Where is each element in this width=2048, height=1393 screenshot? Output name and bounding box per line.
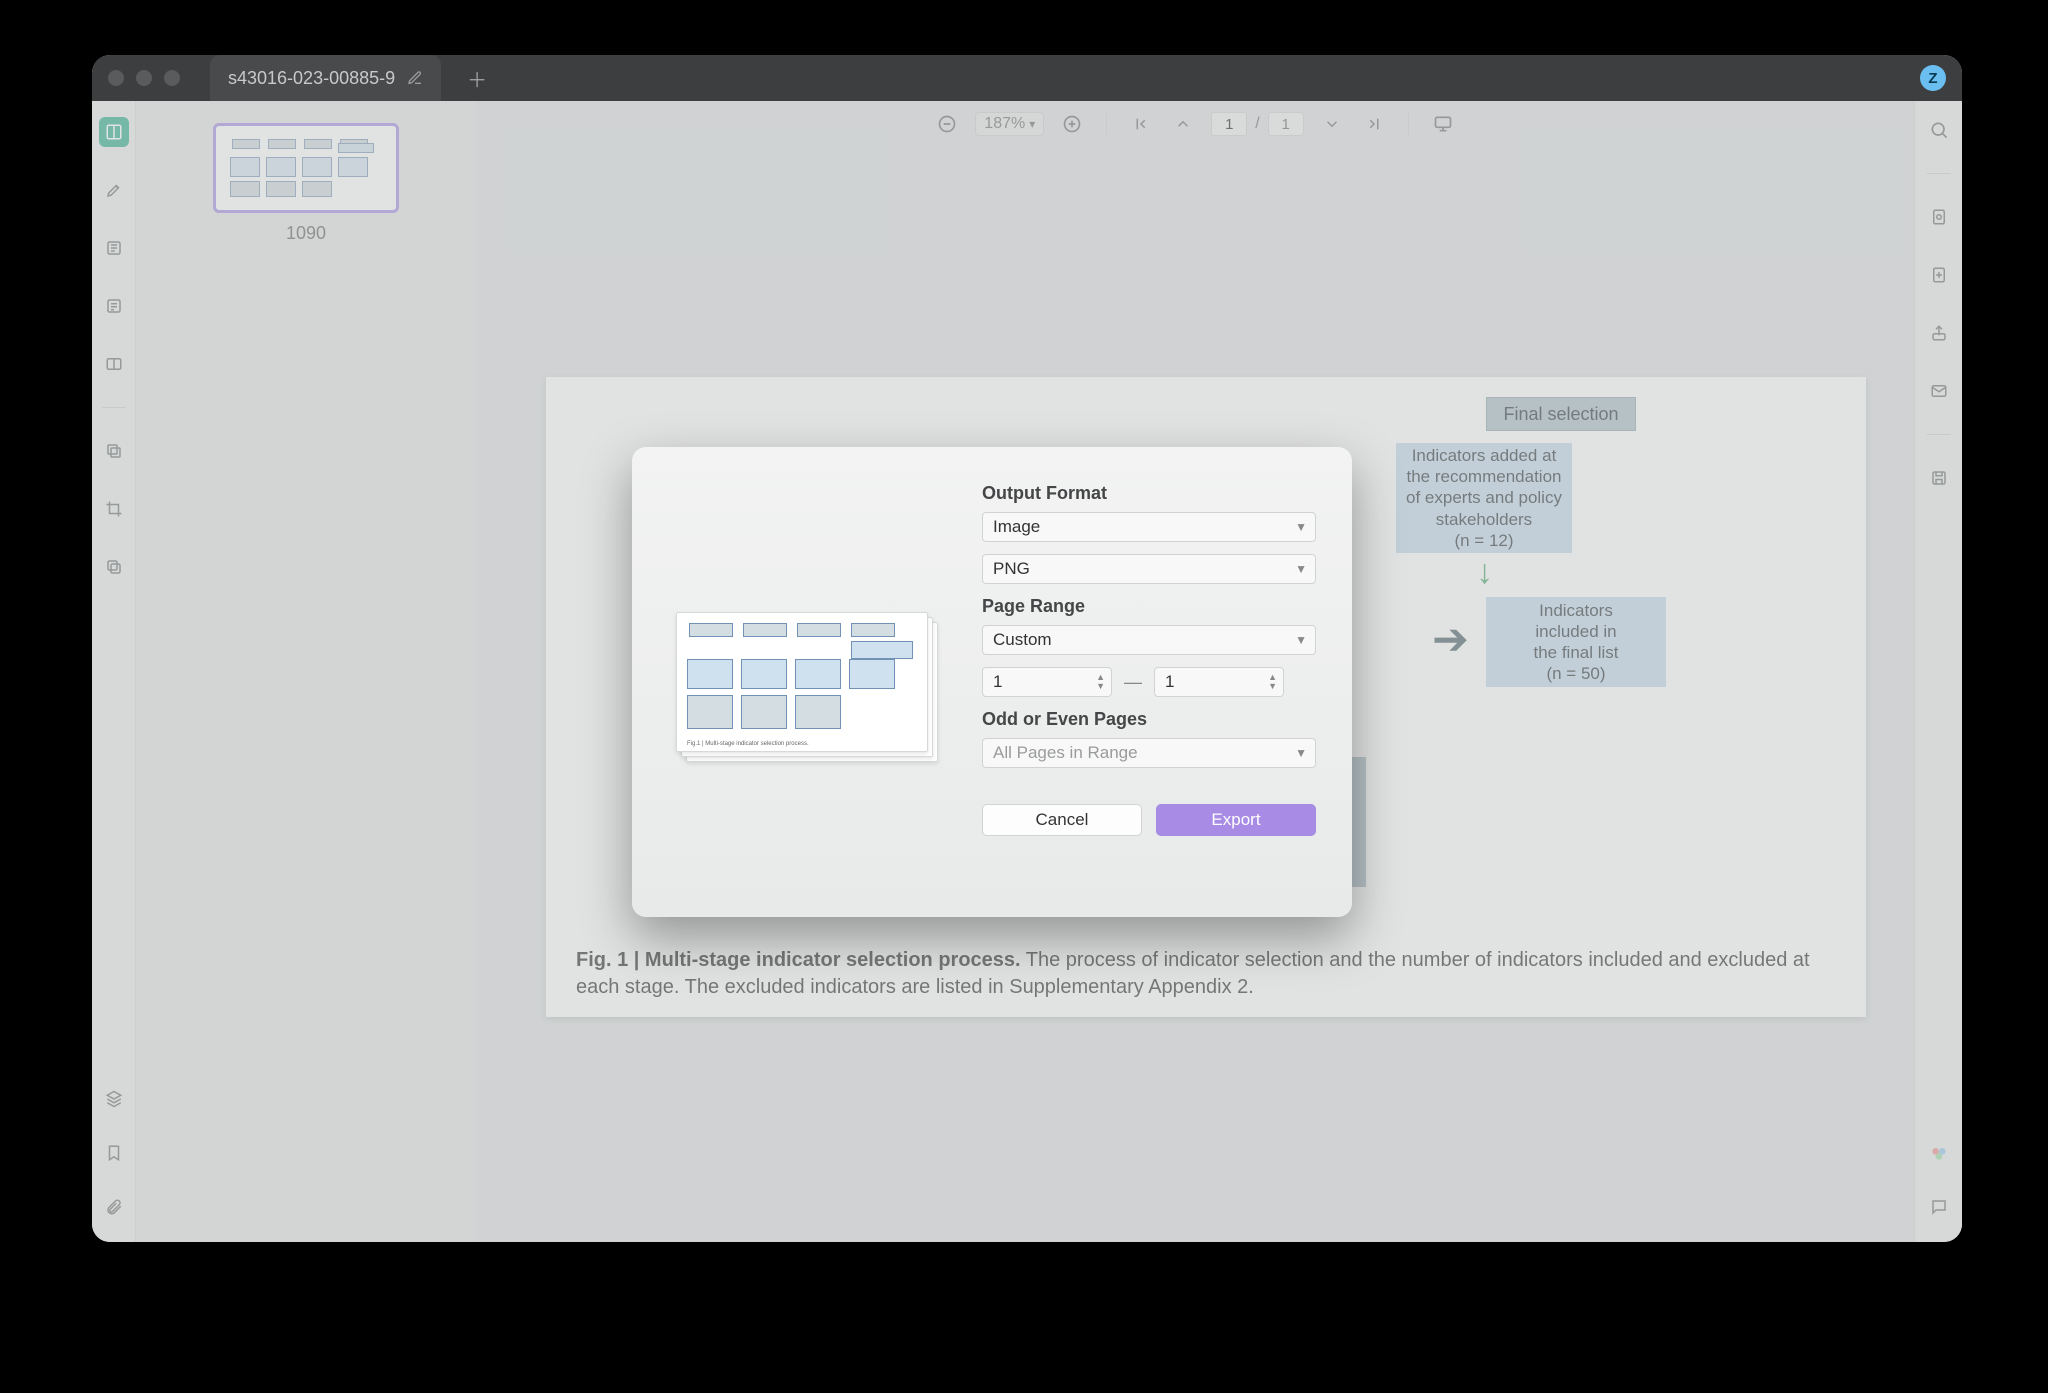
- export-preview-pane: Fig.1 | Multi-stage indicator selection …: [632, 447, 972, 917]
- export-dialog: Fig.1 | Multi-stage indicator selection …: [632, 447, 1352, 917]
- output-type-select[interactable]: Image ▼: [982, 512, 1316, 542]
- output-format-value: PNG: [993, 559, 1030, 579]
- export-form: Output Format Image ▼ PNG ▼ Page Range C…: [972, 447, 1352, 917]
- cancel-button[interactable]: Cancel: [982, 804, 1142, 836]
- document-tab[interactable]: s43016-023-00885-9: [210, 55, 441, 101]
- page-range-value: Custom: [993, 630, 1052, 650]
- minimize-window-button[interactable]: [136, 70, 152, 86]
- page-to-value: 1: [1165, 672, 1174, 692]
- app-window: s43016-023-00885-9 ＋ Z: [92, 55, 1962, 1242]
- page-range-row: 1 ▲▼ — 1 ▲▼: [982, 667, 1316, 697]
- export-button[interactable]: Export: [1156, 804, 1316, 836]
- new-tab-button[interactable]: ＋: [467, 64, 487, 93]
- oddeven-label: Odd or Even Pages: [982, 709, 1316, 730]
- user-avatar[interactable]: Z: [1920, 65, 1946, 91]
- page-range-label: Page Range: [982, 596, 1316, 617]
- chevron-down-icon: ▼: [1295, 746, 1307, 760]
- maximize-window-button[interactable]: [164, 70, 180, 86]
- page-from-input[interactable]: 1 ▲▼: [982, 667, 1112, 697]
- edit-tab-icon[interactable]: [407, 70, 423, 86]
- output-format-select[interactable]: PNG ▼: [982, 554, 1316, 584]
- preview-stack: Fig.1 | Multi-stage indicator selection …: [676, 612, 928, 752]
- dialog-buttons: Cancel Export: [982, 804, 1316, 836]
- tab-title: s43016-023-00885-9: [228, 68, 395, 89]
- chevron-down-icon: ▼: [1295, 520, 1307, 534]
- chevron-down-icon: ▼: [1295, 562, 1307, 576]
- output-type-value: Image: [993, 517, 1040, 537]
- output-format-label: Output Format: [982, 483, 1316, 504]
- stepper-icon[interactable]: ▲▼: [1096, 673, 1105, 691]
- close-window-button[interactable]: [108, 70, 124, 86]
- stepper-icon[interactable]: ▲▼: [1268, 673, 1277, 691]
- range-dash: —: [1124, 672, 1142, 693]
- chrome-area: 1090 187% ▾ /: [92, 101, 1962, 1242]
- oddeven-select[interactable]: All Pages in Range ▼: [982, 738, 1316, 768]
- page-from-value: 1: [993, 672, 1002, 692]
- chevron-down-icon: ▼: [1295, 633, 1307, 647]
- page-to-input[interactable]: 1 ▲▼: [1154, 667, 1284, 697]
- titlebar: s43016-023-00885-9 ＋ Z: [92, 55, 1962, 101]
- page-range-select[interactable]: Custom ▼: [982, 625, 1316, 655]
- window-controls: [108, 70, 180, 86]
- oddeven-value: All Pages in Range: [993, 743, 1138, 763]
